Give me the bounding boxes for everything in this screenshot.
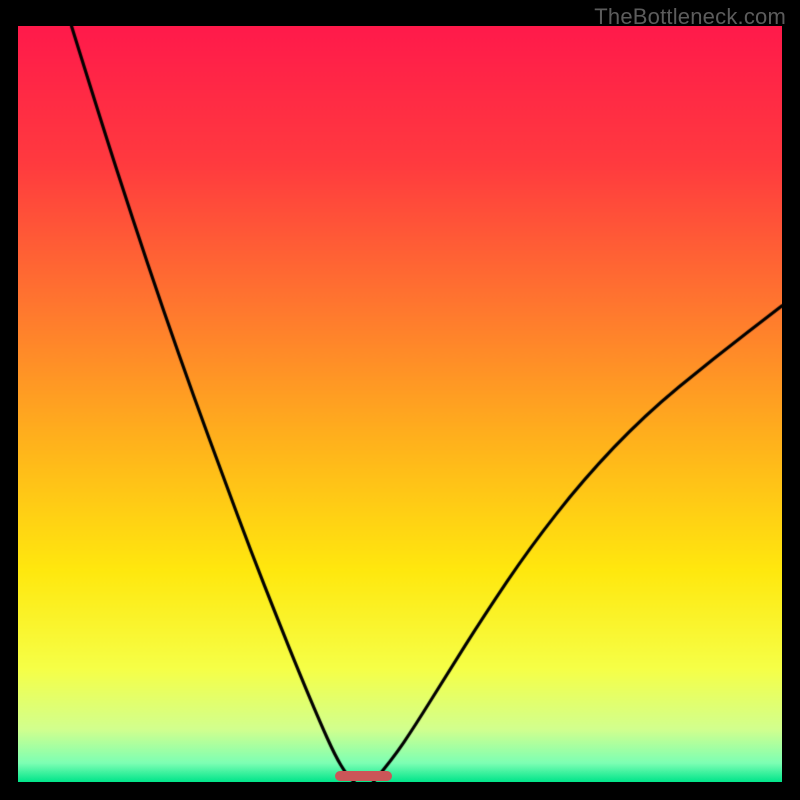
bottleneck-curve (18, 26, 782, 782)
optimal-range-marker (335, 771, 392, 781)
chart-frame (18, 26, 782, 782)
plot-area (18, 26, 782, 782)
